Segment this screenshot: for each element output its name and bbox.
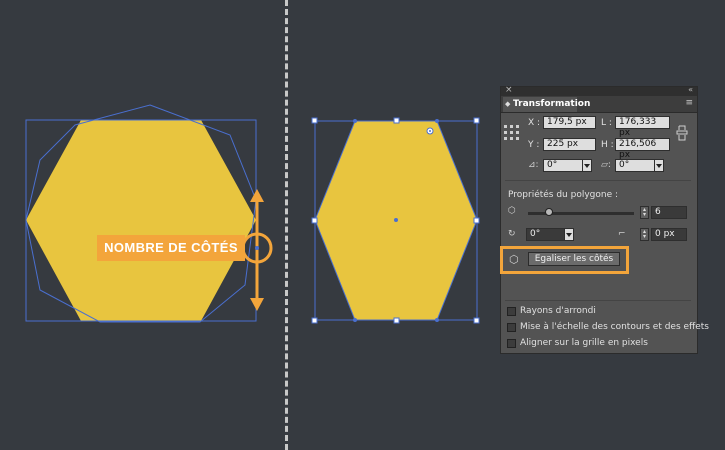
width-label: L : xyxy=(601,118,612,128)
close-icon[interactable]: × xyxy=(505,85,513,95)
rotate-dropdown[interactable] xyxy=(582,159,592,172)
equalize-sides-button[interactable]: Egaliser les côtés xyxy=(528,252,620,266)
y-label: Y : xyxy=(528,140,540,150)
corner-angle-dropdown[interactable] xyxy=(564,228,574,241)
center-point xyxy=(394,218,398,222)
tab-transformation[interactable]: ◆ Transformation xyxy=(503,97,590,112)
constrain-proportions-icon[interactable] xyxy=(676,125,688,141)
shear-field[interactable]: 0° xyxy=(615,159,655,172)
tab-label: Transformation xyxy=(513,99,591,109)
polygon-properties-title: Propriétés du polygone : xyxy=(508,190,619,200)
scale-strokes-checkbox[interactable] xyxy=(507,323,516,332)
sides-handle-dot[interactable] xyxy=(255,246,259,250)
chevron-up-down-icon: ◆ xyxy=(505,100,511,108)
sides-count-callout: NOMBRE DE CÔTÉS xyxy=(97,235,245,261)
pixel-grid-label: Aligner sur la grille en pixels xyxy=(520,338,648,348)
panel-separator-2 xyxy=(505,300,691,301)
corner-widget-dot xyxy=(429,130,431,132)
scale-strokes-label: Mise à l'échelle des contours et des eff… xyxy=(520,322,709,332)
panel-menu-icon[interactable]: ≡ xyxy=(685,98,693,108)
rotate-field[interactable]: 0° xyxy=(543,159,583,172)
collapse-icon[interactable]: « xyxy=(688,85,693,94)
sides-slider-thumb[interactable] xyxy=(545,208,553,216)
hexagon-outline-icon: ⬡ xyxy=(509,253,519,266)
y-field[interactable]: 225 px xyxy=(543,138,596,151)
corner-angle-field[interactable]: 0° xyxy=(526,228,565,241)
height-field[interactable]: 216,506 px xyxy=(615,138,670,160)
rounded-corners-label: Rayons d'arrondi xyxy=(520,306,596,316)
sides-count-field[interactable]: 6 xyxy=(651,206,687,219)
rounded-corners-checkbox[interactable] xyxy=(507,307,516,316)
corner-angle-icon: ↻ xyxy=(508,229,516,239)
reference-point-icon[interactable] xyxy=(504,125,520,141)
shear-dropdown[interactable] xyxy=(654,159,664,172)
corner-radius-icon: ⌐ xyxy=(618,229,626,239)
shear-angle-icon: ▱: xyxy=(601,160,611,170)
x-field[interactable]: 179,5 px xyxy=(543,116,596,129)
panel-top-bar: × « xyxy=(501,85,697,96)
arrow-down-icon xyxy=(250,298,264,311)
sides-slider-track xyxy=(528,212,634,215)
rotate-angle-icon: ⊿: xyxy=(528,160,539,170)
x-label: X : xyxy=(528,118,541,128)
hexagon-shape-left[interactable] xyxy=(26,120,256,321)
pixel-grid-checkbox[interactable] xyxy=(507,339,516,348)
corner-radius-field[interactable]: 0 px xyxy=(651,228,687,241)
width-field[interactable]: 176,333 px xyxy=(615,116,670,138)
corner-radius-stepper[interactable]: ▴ ▾ xyxy=(640,228,649,241)
sides-stepper[interactable]: ▴ ▾ xyxy=(640,206,649,219)
panel-separator xyxy=(505,180,691,181)
panel-tab-row: ◆ Transformation ≡ xyxy=(501,96,697,113)
height-label: H : xyxy=(601,140,614,150)
sides-count-icon: ⬡ xyxy=(508,206,516,216)
